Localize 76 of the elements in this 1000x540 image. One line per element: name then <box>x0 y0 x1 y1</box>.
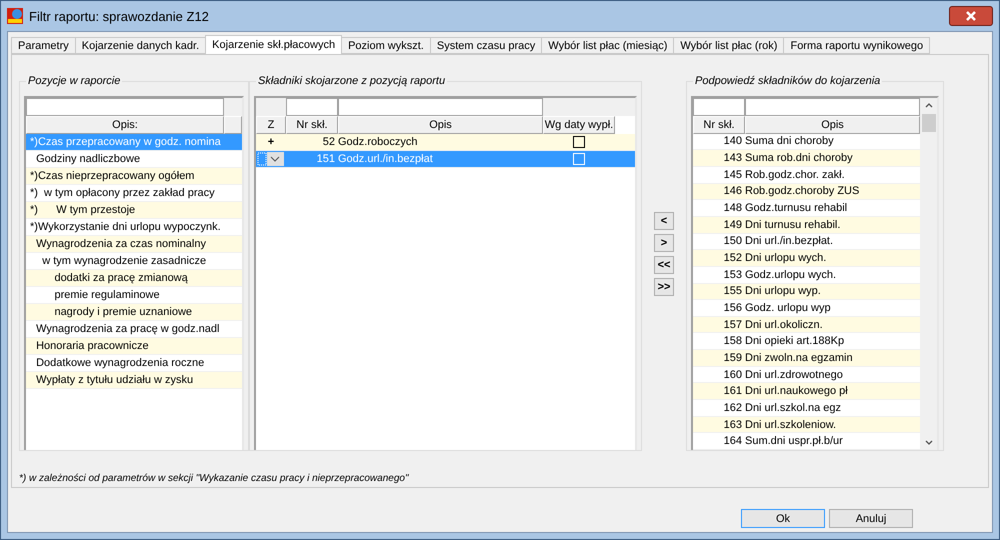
column-header[interactable]: Opis <box>338 116 543 134</box>
filter-field[interactable] <box>286 98 338 116</box>
list-item[interactable]: Honoraria pracownicze <box>26 338 242 355</box>
list-item[interactable]: 152 Dni urlopu wych. <box>693 250 920 267</box>
dialog-button[interactable]: Ok <box>741 509 825 528</box>
list-item[interactable]: Wynagrodzenia za czas nominalny <box>26 236 242 253</box>
list-item[interactable]: 149 Dni turnusu rehabil. <box>693 216 920 234</box>
close-button[interactable] <box>949 6 993 26</box>
move-button[interactable]: > <box>654 234 674 252</box>
list-item[interactable]: 157 Dni url.okoliczn. <box>693 316 920 334</box>
dropdown-icon[interactable] <box>257 152 285 166</box>
table-cell-text: Godz.url./in.bezpłat <box>338 153 434 165</box>
list-item[interactable]: *)Czas nieprzepracowany ogółem <box>26 168 242 185</box>
grid-corner <box>224 98 242 116</box>
list-item[interactable]: Dodatkowe wynagrodzenia roczne <box>26 355 242 372</box>
tab[interactable]: Wybór list płac (rok) <box>673 37 784 54</box>
window-title: Filtr raportu: sprawozdanie Z12 <box>29 8 210 24</box>
list-item[interactable]: 150 Dni url./in.bezpłat. <box>693 234 920 250</box>
list-item[interactable]: *)Wykorzystanie dni urlopu wypoczynk. <box>26 219 242 236</box>
tab[interactable]: Kojarzenie skł.płacowych <box>205 35 342 54</box>
table-row[interactable]: + 52 Godz.roboczych <box>256 134 635 151</box>
list-item[interactable]: 143 Suma rob.dni choroby <box>693 150 920 167</box>
grid-corner <box>256 98 286 116</box>
list-item[interactable]: Wypłaty z tytułu udziału w zysku <box>26 372 242 389</box>
list-item[interactable]: dodatki za pracę zmianową <box>26 270 242 287</box>
filter-field[interactable] <box>745 98 920 116</box>
move-button[interactable]: << <box>654 256 674 274</box>
tab[interactable]: Kojarzenie danych kadr. <box>74 37 206 54</box>
column-header[interactable]: Z <box>256 116 286 134</box>
list-item[interactable]: nagrody i premie uznaniowe <box>26 304 242 321</box>
move-button[interactable]: < <box>654 212 674 230</box>
app-icon <box>7 8 23 24</box>
filter-field[interactable] <box>338 98 543 116</box>
scroll-thumb[interactable] <box>922 114 936 132</box>
table-cell-text: 52 <box>322 136 336 148</box>
table-cell-text: 151 <box>316 153 336 165</box>
list-item[interactable]: Wynagrodzenia za pracę w godz.nadl <box>26 321 242 338</box>
group-title: Pozycje w raporcie <box>26 75 122 87</box>
tab[interactable]: Wybór list płac (miesiąc) <box>541 37 674 54</box>
list-item[interactable]: 148 Godz.turnusu rehabil <box>693 200 920 217</box>
group-title: Składniki skojarzone z pozycją raportu <box>256 75 448 87</box>
column-header[interactable]: Opis <box>745 116 920 134</box>
tab[interactable]: System czasu pracy <box>430 37 542 54</box>
list-item[interactable]: 158 Dni opieki art.188Kp <box>693 333 920 350</box>
tab[interactable]: Poziom wykszt. <box>341 37 431 54</box>
table-cell: + <box>268 136 274 148</box>
list-item[interactable]: 155 Dni urlopu wyp. <box>693 284 920 300</box>
column-header[interactable]: Nr skł. <box>286 116 338 134</box>
list-item[interactable]: 140 Suma dni choroby <box>693 134 920 150</box>
tab[interactable]: Forma raportu wynikowego <box>783 37 930 54</box>
move-button[interactable]: >> <box>654 278 674 296</box>
list-item[interactable]: *) w tym opłacony przez zakład pracy <box>26 185 242 202</box>
column-header[interactable]: Nr skł. <box>693 116 745 134</box>
footnote: *) w zależności od parametrów w sekcji "Wykazanie czasu pracy i nieprzepracowanego" <box>19 472 410 484</box>
dialog-button[interactable]: Anuluj <box>829 509 913 528</box>
list-item[interactable]: 146 Rob.godz.choroby ZUS <box>693 184 920 200</box>
column-header[interactable]: Wg daty wypł. <box>543 116 615 134</box>
list-item[interactable]: 163 Dni url.szkoleniow. <box>693 416 920 434</box>
checkbox[interactable] <box>573 136 585 148</box>
scrollbar[interactable] <box>920 98 937 450</box>
list-item[interactable]: w tym wynagrodzenie zasadnicze <box>26 253 242 270</box>
group-title: Podpowiedź składników do kojarzenia <box>693 75 882 87</box>
list-item[interactable]: *) W tym przestoje <box>26 202 242 219</box>
list-item[interactable]: 156 Godz. urlopu wyp <box>693 300 920 317</box>
list-item[interactable]: 159 Dni zwoln.na egzamin <box>693 350 920 367</box>
list-item[interactable]: Godziny nadliczbowe <box>26 151 242 168</box>
list-item[interactable]: 161 Dni url.naukowego pł <box>693 383 920 400</box>
filter-field[interactable] <box>26 98 224 116</box>
column-header[interactable]: Opis: <box>26 116 224 134</box>
filter-field[interactable] <box>693 98 745 116</box>
list-item[interactable]: 164 Sum.dni uspr.pł.b/ur <box>693 433 920 450</box>
table-cell-text: Godz.roboczych <box>338 136 418 148</box>
list-item[interactable]: premie regulaminowe <box>26 287 242 304</box>
tab[interactable]: Parametry <box>11 37 76 54</box>
close-icon <box>965 11 977 21</box>
list-item[interactable]: 162 Dni url.szkol.na egz <box>693 400 920 417</box>
